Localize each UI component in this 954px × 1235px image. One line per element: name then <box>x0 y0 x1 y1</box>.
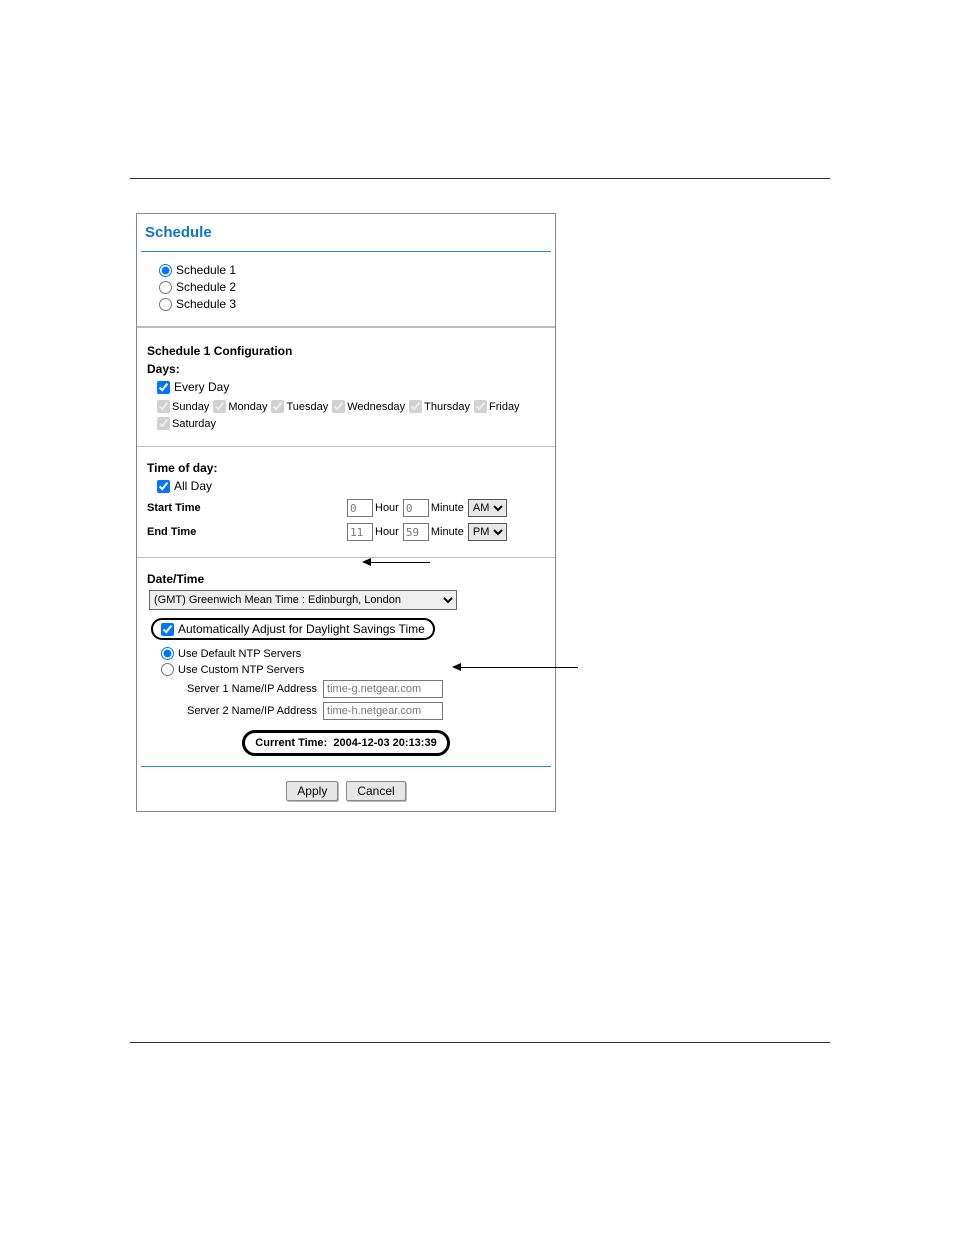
divider <box>137 446 555 447</box>
timezone-select[interactable]: (GMT) Greenwich Mean Time : Edinburgh, L… <box>149 590 457 610</box>
schedule-3-label: Schedule 3 <box>176 297 236 311</box>
divider-top <box>130 178 830 179</box>
end-minute-input[interactable] <box>403 523 429 541</box>
saturday-checkbox <box>157 417 170 430</box>
thursday-checkbox <box>409 400 422 413</box>
custom-ntp-radio[interactable] <box>161 663 174 676</box>
days-heading: Days: <box>147 362 545 376</box>
every-day-checkbox[interactable] <box>157 381 170 394</box>
minute-label: Minute <box>431 502 464 514</box>
thursday-label: Thursday <box>424 401 470 413</box>
custom-ntp-label: Use Custom NTP Servers <box>178 664 304 676</box>
server2-label: Server 2 Name/IP Address <box>187 705 317 717</box>
saturday-label: Saturday <box>172 418 216 430</box>
all-day-checkbox[interactable] <box>157 480 170 493</box>
every-day-label: Every Day <box>174 380 229 394</box>
current-time-highlight: Current Time: 2004-12-03 20:13:39 <box>242 730 449 756</box>
dst-label: Automatically Adjust for Daylight Saving… <box>178 622 425 636</box>
time-of-day-section: Time of day: All Day Start Time Hour Min… <box>137 453 555 551</box>
default-ntp-radio[interactable] <box>161 647 174 660</box>
time-of-day-heading: Time of day: <box>147 461 545 475</box>
server2-input[interactable] <box>323 702 443 720</box>
default-ntp-label: Use Default NTP Servers <box>178 648 301 660</box>
all-day-label: All Day <box>174 479 212 493</box>
dst-highlight: Automatically Adjust for Daylight Saving… <box>151 618 435 640</box>
tuesday-label: Tuesday <box>286 401 328 413</box>
tuesday-checkbox <box>271 400 284 413</box>
datetime-section: Date/Time (GMT) Greenwich Mean Time : Ed… <box>137 564 555 766</box>
sunday-label: Sunday <box>172 401 209 413</box>
days-section: Schedule 1 Configuration Days: Every Day… <box>137 336 555 440</box>
divider-bottom <box>130 1042 830 1043</box>
start-hour-input[interactable] <box>347 499 373 517</box>
start-time-label: Start Time <box>147 502 347 514</box>
friday-label: Friday <box>489 401 520 413</box>
wednesday-checkbox <box>332 400 345 413</box>
button-row: Apply Cancel <box>137 771 555 811</box>
config-heading: Schedule 1 Configuration <box>147 344 545 358</box>
schedule-panel: Schedule Schedule 1 Schedule 2 Schedule … <box>136 213 556 812</box>
schedule-select-section: Schedule 1 Schedule 2 Schedule 3 <box>137 256 555 318</box>
wednesday-label: Wednesday <box>347 401 405 413</box>
current-time-label: Current Time: <box>255 737 327 749</box>
hour-label: Hour <box>375 526 399 538</box>
panel-title: Schedule <box>137 214 555 251</box>
schedule-1-label: Schedule 1 <box>176 263 236 277</box>
divider <box>137 557 555 558</box>
monday-label: Monday <box>228 401 267 413</box>
cancel-button[interactable]: Cancel <box>346 781 405 801</box>
end-time-label: End Time <box>147 526 347 538</box>
divider <box>137 326 555 328</box>
hour-label: Hour <box>375 502 399 514</box>
end-ampm-select[interactable]: PM <box>468 523 507 541</box>
schedule-2-label: Schedule 2 <box>176 280 236 294</box>
footer-underline <box>141 766 551 767</box>
datetime-heading: Date/Time <box>147 572 545 586</box>
current-time-value: 2004-12-03 20:13:39 <box>333 737 436 749</box>
title-underline <box>141 251 551 252</box>
schedule-2-radio[interactable] <box>159 281 172 294</box>
start-minute-input[interactable] <box>403 499 429 517</box>
callout-arrow-dst <box>370 562 430 563</box>
server1-input[interactable] <box>323 680 443 698</box>
days-of-week: Sunday Monday Tuesday Wednesday Thursday… <box>147 400 545 430</box>
schedule-1-radio[interactable] <box>159 264 172 277</box>
monday-checkbox <box>213 400 226 413</box>
end-hour-input[interactable] <box>347 523 373 541</box>
start-ampm-select[interactable]: AM <box>468 499 507 517</box>
callout-arrow-current-time <box>460 667 578 668</box>
server1-label: Server 1 Name/IP Address <box>187 683 317 695</box>
schedule-3-radio[interactable] <box>159 298 172 311</box>
minute-label: Minute <box>431 526 464 538</box>
apply-button[interactable]: Apply <box>286 781 338 801</box>
dst-checkbox[interactable] <box>161 623 174 636</box>
friday-checkbox <box>474 400 487 413</box>
sunday-checkbox <box>157 400 170 413</box>
